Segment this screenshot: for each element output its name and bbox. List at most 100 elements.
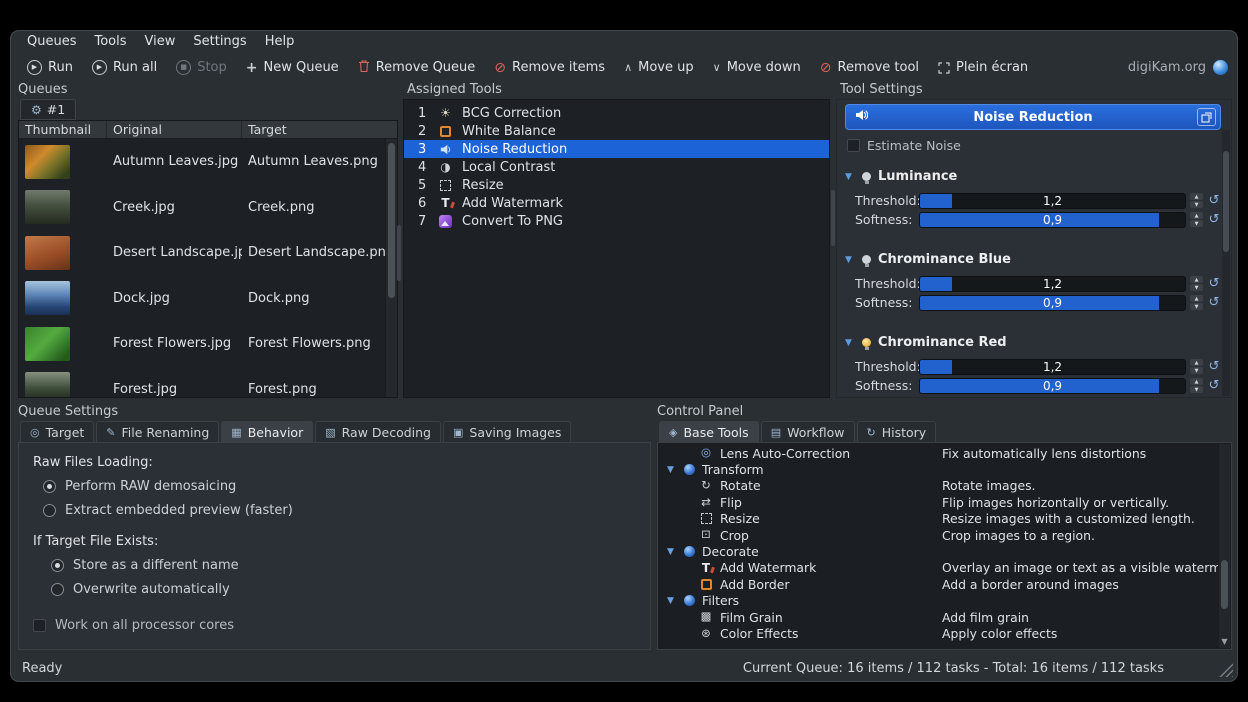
softness-slider[interactable]: 0,9 bbox=[919, 212, 1186, 228]
work-all-cores-row[interactable]: Work on all processor cores bbox=[33, 618, 638, 633]
collapse-arrow-icon[interactable]: ▼ bbox=[845, 172, 855, 182]
column-thumbnail[interactable]: Thumbnail bbox=[19, 121, 107, 138]
tree-item-add-watermark[interactable]: T Add Watermark Overlay an image or text… bbox=[659, 560, 1218, 576]
threshold-spinbuttons[interactable]: ▲▼ bbox=[1190, 193, 1203, 208]
queue-tab-1[interactable]: ⚙ #1 bbox=[20, 99, 76, 120]
assigned-tool-white-balance[interactable]: 2 White Balance bbox=[404, 122, 829, 140]
reset-icon[interactable]: ↺ bbox=[1207, 360, 1221, 373]
softness-spinbuttons[interactable]: ▲▼ bbox=[1190, 295, 1203, 310]
remove-tool-button[interactable]: ⊘ Remove tool bbox=[813, 57, 926, 78]
new-queue-button[interactable]: + New Queue bbox=[239, 57, 346, 78]
radio-button[interactable] bbox=[51, 559, 64, 572]
move-down-button[interactable]: ∨ Move down bbox=[706, 57, 808, 78]
tab-history[interactable]: ↻ History bbox=[857, 421, 937, 442]
threshold-slider[interactable]: 1,2 bbox=[919, 276, 1186, 292]
remove-items-button[interactable]: ⊘ Remove items bbox=[487, 57, 612, 78]
expander-arrow-icon[interactable]: ▼ bbox=[667, 547, 677, 557]
radio-store-different-name[interactable]: Store as a different name bbox=[51, 558, 638, 573]
table-row[interactable]: Desert Landscape.jpg Desert Landscape.pn… bbox=[19, 230, 385, 276]
queues-scrollbar[interactable] bbox=[385, 139, 397, 397]
stop-button[interactable]: ■ Stop bbox=[169, 57, 234, 78]
scrollbar-thumb[interactable] bbox=[1223, 151, 1229, 252]
table-row[interactable]: Autumn Leaves.jpg Autumn Leaves.png bbox=[19, 139, 385, 185]
softness-slider[interactable]: 0,9 bbox=[919, 378, 1186, 394]
table-row[interactable]: Creek.jpg Creek.png bbox=[19, 185, 385, 231]
column-target[interactable]: Target bbox=[242, 121, 397, 138]
tree-item-resize[interactable]: Resize Resize images with a customized l… bbox=[659, 511, 1218, 527]
scroll-down-arrow-icon[interactable]: ▼ bbox=[1219, 635, 1230, 648]
tree-item-color-effects[interactable]: ⊛ Color Effects Apply color effects bbox=[659, 625, 1218, 641]
control-panel-scrollbar[interactable]: ▼ bbox=[1218, 444, 1230, 648]
menu-settings[interactable]: Settings bbox=[188, 33, 251, 50]
table-row[interactable]: Dock.jpg Dock.png bbox=[19, 276, 385, 322]
radio-button[interactable] bbox=[43, 504, 56, 517]
estimate-noise-checkbox[interactable] bbox=[847, 139, 860, 152]
assigned-tool-local-contrast[interactable]: 4 ◑ Local Contrast bbox=[404, 158, 829, 176]
assigned-tool-convert-to-png[interactable]: 7 Convert To PNG bbox=[404, 212, 829, 230]
base-tools-content: ◎ Lens Auto-Correction Fix automatically… bbox=[657, 442, 1232, 650]
column-original[interactable]: Original bbox=[107, 121, 242, 138]
tab-base-tools[interactable]: ◈ Base Tools bbox=[659, 421, 759, 442]
tree-item-rotate[interactable]: ↻ Rotate Rotate images. bbox=[659, 478, 1218, 494]
softness-spinbuttons[interactable]: ▲▼ bbox=[1190, 212, 1203, 227]
tree-category-decorate[interactable]: ▼ Decorate bbox=[659, 543, 1218, 559]
tree-category-transform[interactable]: ▼ Transform bbox=[659, 461, 1218, 477]
threshold-slider[interactable]: 1,2 bbox=[919, 193, 1186, 209]
menu-queues[interactable]: Queues bbox=[22, 33, 81, 50]
radio-extract-embedded-preview[interactable]: Extract embedded preview (faster) bbox=[43, 503, 638, 518]
splitter-handle[interactable] bbox=[831, 190, 835, 246]
reset-icon[interactable]: ↺ bbox=[1207, 379, 1221, 392]
softness-slider[interactable]: 0,9 bbox=[919, 295, 1186, 311]
tree-item-flip[interactable]: ⇄ Flip Flip images horizontally or verti… bbox=[659, 494, 1218, 510]
work-all-cores-checkbox[interactable] bbox=[33, 619, 46, 632]
radio-overwrite-automatically[interactable]: Overwrite automatically bbox=[51, 582, 638, 597]
collapse-arrow-icon[interactable]: ▼ bbox=[845, 338, 855, 348]
tab-file-renaming[interactable]: ✎ File Renaming bbox=[96, 421, 219, 442]
assigned-tool-add-watermark[interactable]: 6 T Add Watermark bbox=[404, 194, 829, 212]
threshold-slider[interactable]: 1,2 bbox=[919, 359, 1186, 375]
assigned-tool-noise-reduction[interactable]: 3 Noise Reduction bbox=[404, 140, 829, 158]
tab-behavior[interactable]: ▦ Behavior bbox=[221, 421, 313, 442]
menu-help[interactable]: Help bbox=[260, 33, 300, 50]
tab-saving-images[interactable]: ▣ Saving Images bbox=[443, 421, 571, 442]
radio-button[interactable] bbox=[43, 480, 56, 493]
menu-tools[interactable]: Tools bbox=[89, 33, 131, 50]
tree-item-crop[interactable]: ⊡ Crop Crop images to a region. bbox=[659, 527, 1218, 543]
table-row[interactable]: Forest.jpg Forest.png bbox=[19, 367, 385, 398]
tab-raw-decoding[interactable]: ▧ Raw Decoding bbox=[315, 421, 441, 442]
assigned-tool-bcg-correction[interactable]: 1 ☀ BCG Correction bbox=[404, 104, 829, 122]
menu-view[interactable]: View bbox=[140, 33, 181, 50]
threshold-spinbuttons[interactable]: ▲▼ bbox=[1190, 359, 1203, 374]
reset-icon[interactable]: ↺ bbox=[1207, 277, 1221, 290]
collapse-arrow-icon[interactable]: ▼ bbox=[845, 255, 855, 265]
threshold-spinbuttons[interactable]: ▲▼ bbox=[1190, 276, 1203, 291]
digikam-link[interactable]: digiKam.org bbox=[1128, 60, 1228, 75]
table-row[interactable]: Forest Flowers.jpg Forest Flowers.png bbox=[19, 321, 385, 367]
reset-icon[interactable]: ↺ bbox=[1207, 296, 1221, 309]
tree-item-film-grain[interactable]: ▩ Film Grain Add film grain bbox=[659, 609, 1218, 625]
expander-arrow-icon[interactable]: ▼ bbox=[667, 465, 677, 475]
run-button[interactable]: ▶ Run bbox=[20, 57, 80, 78]
tree-category-filters[interactable]: ▼ Filters bbox=[659, 593, 1218, 609]
radio-button[interactable] bbox=[51, 583, 64, 596]
tab-workflow[interactable]: ▤ Workflow bbox=[761, 421, 855, 442]
tree-item-lens-auto-correction[interactable]: ◎ Lens Auto-Correction Fix automatically… bbox=[659, 445, 1218, 461]
splitter-handle[interactable] bbox=[397, 225, 401, 281]
reset-icon[interactable]: ↺ bbox=[1207, 213, 1221, 226]
reset-icon[interactable]: ↺ bbox=[1207, 194, 1221, 207]
move-up-button[interactable]: ∧ Move up bbox=[617, 57, 701, 78]
softness-spinbuttons[interactable]: ▲▼ bbox=[1190, 378, 1203, 393]
run-all-button[interactable]: ▶ Run all bbox=[85, 57, 164, 78]
assigned-tool-resize[interactable]: 5 Resize bbox=[404, 176, 829, 194]
tab-target[interactable]: ◎ Target bbox=[20, 421, 94, 442]
radio-perform-raw-demosaicing[interactable]: Perform RAW demosaicing bbox=[43, 479, 638, 494]
expander-arrow-icon[interactable]: ▼ bbox=[667, 596, 677, 606]
scrollbar-thumb[interactable] bbox=[1221, 560, 1228, 609]
tool-settings-scrollbar[interactable] bbox=[1222, 130, 1230, 396]
remove-queue-button[interactable]: Remove Queue bbox=[351, 56, 483, 80]
tree-item-add-border[interactable]: Add Border Add a border around images bbox=[659, 576, 1218, 592]
tool-properties-button[interactable] bbox=[1197, 108, 1216, 126]
scrollbar-thumb[interactable] bbox=[388, 143, 395, 298]
fullscreen-button[interactable]: Plein écran bbox=[931, 57, 1035, 78]
resize-grip[interactable] bbox=[1218, 662, 1233, 677]
